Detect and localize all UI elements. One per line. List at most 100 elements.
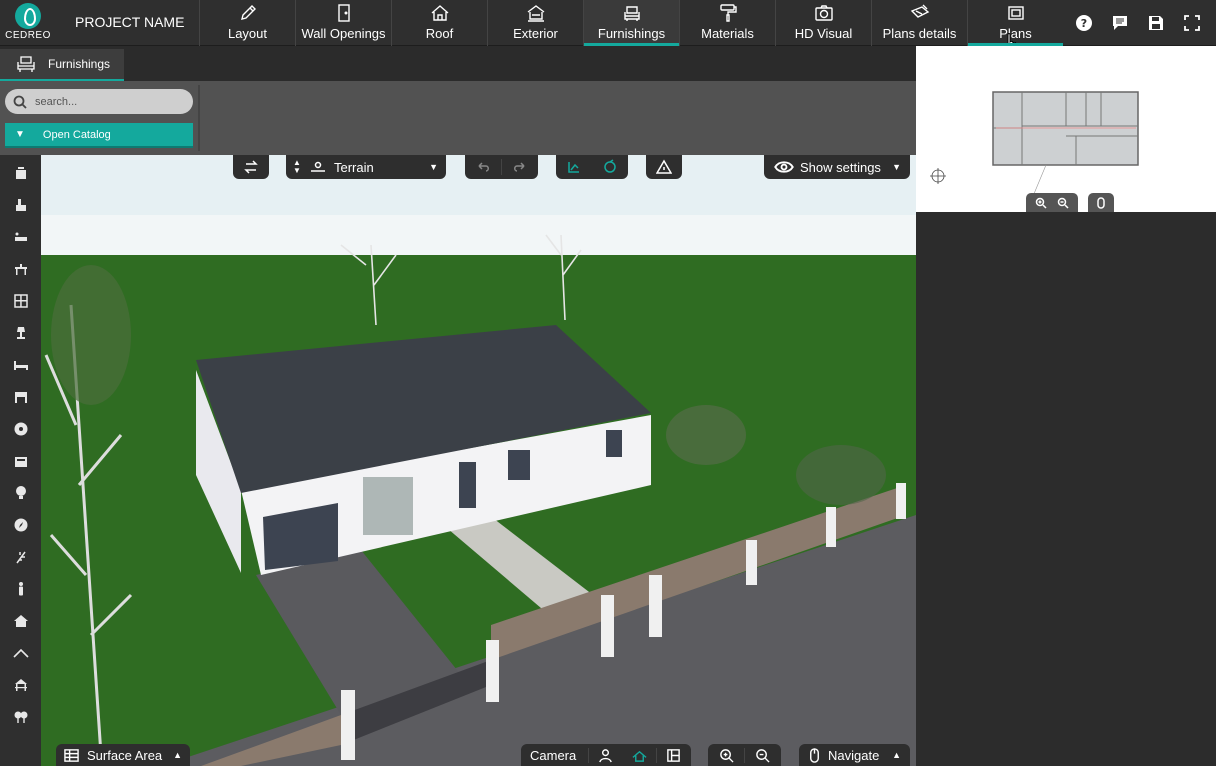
chevron-down-icon: ▼: [429, 162, 438, 172]
show-settings-button[interactable]: Show settings ▼: [764, 155, 910, 179]
camera-icon: [776, 0, 871, 24]
zoom-in-icon[interactable]: [1035, 197, 1047, 209]
undo-redo-group: [465, 155, 538, 179]
slope-icon[interactable]: [0, 637, 41, 669]
cabinet-icon[interactable]: [0, 157, 41, 189]
top-nav-bar: CEDREO PROJECT NAME Layout Wall Openings…: [0, 0, 1216, 55]
category-toolbar: [0, 155, 41, 766]
save-icon[interactable]: [1138, 0, 1174, 46]
tab-roof-label: Roof: [425, 26, 454, 41]
catalog-panel: search... ▼ Open Catalog: [0, 81, 916, 155]
navigate-label: Navigate: [828, 747, 880, 763]
mini-zoom-group: [1026, 193, 1078, 212]
undo-button[interactable]: [465, 159, 501, 175]
bulb-icon[interactable]: [0, 477, 41, 509]
armchair-icon: [17, 56, 35, 72]
person-view-button[interactable]: [588, 747, 622, 763]
plan-view-icon: [667, 748, 680, 762]
tab-layout-label: Layout: [227, 26, 268, 41]
zoom-out-icon[interactable]: [1057, 197, 1069, 209]
search-input[interactable]: search...: [5, 89, 193, 114]
shelf-icon[interactable]: [0, 285, 41, 317]
kitchen-chair-icon[interactable]: [0, 381, 41, 413]
tab-materials-label: Materials: [701, 26, 754, 41]
fullscreen-icon[interactable]: [1174, 0, 1210, 46]
lamp-icon[interactable]: [0, 317, 41, 349]
zoom-in-button[interactable]: [708, 748, 744, 763]
mouse-icon: [810, 747, 819, 763]
gazebo-icon[interactable]: [0, 669, 41, 701]
tab-roof[interactable]: Roof: [391, 0, 487, 46]
plans-icon: [968, 0, 1063, 24]
undo-icon: [478, 162, 489, 172]
terrain-label: Terrain: [334, 159, 374, 175]
zoom-out-button[interactable]: [744, 747, 780, 763]
search-placeholder: search...: [35, 95, 78, 108]
tab-wall-openings[interactable]: Wall Openings: [295, 0, 391, 46]
tap-icon[interactable]: [0, 189, 41, 221]
ball-icon[interactable]: [0, 413, 41, 445]
table-icon: [64, 748, 79, 762]
sub-toolbar: Furnishings: [0, 46, 916, 81]
navigate-button[interactable]: Navigate ▲: [799, 744, 910, 766]
tab-plans-details[interactable]: Plans details: [871, 0, 967, 46]
project-name[interactable]: PROJECT NAME: [75, 14, 184, 30]
tab-furnishings-label: Furnishings: [597, 26, 666, 41]
search-icon: [13, 95, 27, 109]
pencil-icon: [200, 0, 295, 24]
furnish-mode-button[interactable]: [556, 159, 592, 175]
tab-materials[interactable]: Materials: [679, 0, 775, 46]
3d-viewport[interactable]: ▲ ▼ Terrain ▼ Show settings ▼ Surface Are…: [41, 155, 916, 766]
swap-arrows-icon: [244, 160, 258, 174]
house-icon[interactable]: [0, 605, 41, 637]
open-catalog-button[interactable]: ▼ Open Catalog: [5, 123, 193, 148]
bath-icon[interactable]: [0, 221, 41, 253]
trees-icon[interactable]: [0, 701, 41, 733]
mini-plan[interactable]: [916, 46, 1216, 212]
comment-icon[interactable]: [1102, 0, 1138, 46]
furnish-mode-icon: [568, 162, 579, 173]
aerial-view-button[interactable]: [622, 748, 656, 763]
surface-area-label: Surface Area: [87, 747, 163, 763]
tab-layout[interactable]: Layout: [199, 0, 295, 46]
tab-hd-visual-label: HD Visual: [794, 26, 853, 41]
compass-icon[interactable]: [0, 509, 41, 541]
measure-button[interactable]: [646, 155, 682, 179]
floor-plan-thumbnail: [930, 91, 1139, 202]
camera-label: Camera: [530, 747, 577, 763]
zoom-out-icon: [756, 748, 770, 763]
eye-icon: [774, 161, 794, 173]
rotate-icon: [604, 159, 616, 173]
chevron-down-icon: ▼: [892, 162, 901, 172]
swap-view-button[interactable]: [233, 155, 269, 179]
tab-wall-openings-label: Wall Openings: [301, 26, 386, 41]
sub-tab-label: Furnishings: [48, 57, 111, 71]
tab-hd-visual[interactable]: HD Visual: [775, 0, 871, 46]
cedreo-logo[interactable]: CEDREO: [4, 3, 52, 43]
tab-furnishings[interactable]: Furnishings: [583, 0, 679, 46]
exterior-icon: [488, 0, 583, 24]
plant-icon[interactable]: [0, 541, 41, 573]
surface-area-button[interactable]: Surface Area ▲: [56, 744, 190, 766]
dining-icon[interactable]: [0, 253, 41, 285]
bed-icon[interactable]: [0, 349, 41, 381]
tab-exterior[interactable]: Exterior: [487, 0, 583, 46]
storage-icon[interactable]: [0, 445, 41, 477]
tab-exterior-label: Exterior: [513, 26, 558, 41]
tab-plans[interactable]: Plans: [967, 0, 1063, 55]
person-icon[interactable]: [0, 573, 41, 605]
redo-icon: [513, 162, 525, 172]
rotate-mode-button[interactable]: [592, 159, 628, 175]
mini-navigate-button[interactable]: [1088, 193, 1114, 212]
camera-group: Camera: [521, 744, 691, 766]
level-select[interactable]: ▲ ▼ Terrain ▼: [286, 155, 446, 179]
updown-arrows-icon: ▲ ▼: [293, 158, 301, 175]
tab-furnishings-sub[interactable]: Furnishings: [0, 49, 124, 81]
3d-scene: [41, 155, 916, 766]
top-right-icons: ?: [1066, 0, 1210, 46]
plan-view-button[interactable]: [656, 747, 690, 763]
paint-roller-icon: [680, 0, 775, 24]
help-icon[interactable]: ?: [1066, 0, 1102, 46]
aerial-view-icon: [631, 750, 647, 762]
redo-button[interactable]: [501, 159, 537, 175]
